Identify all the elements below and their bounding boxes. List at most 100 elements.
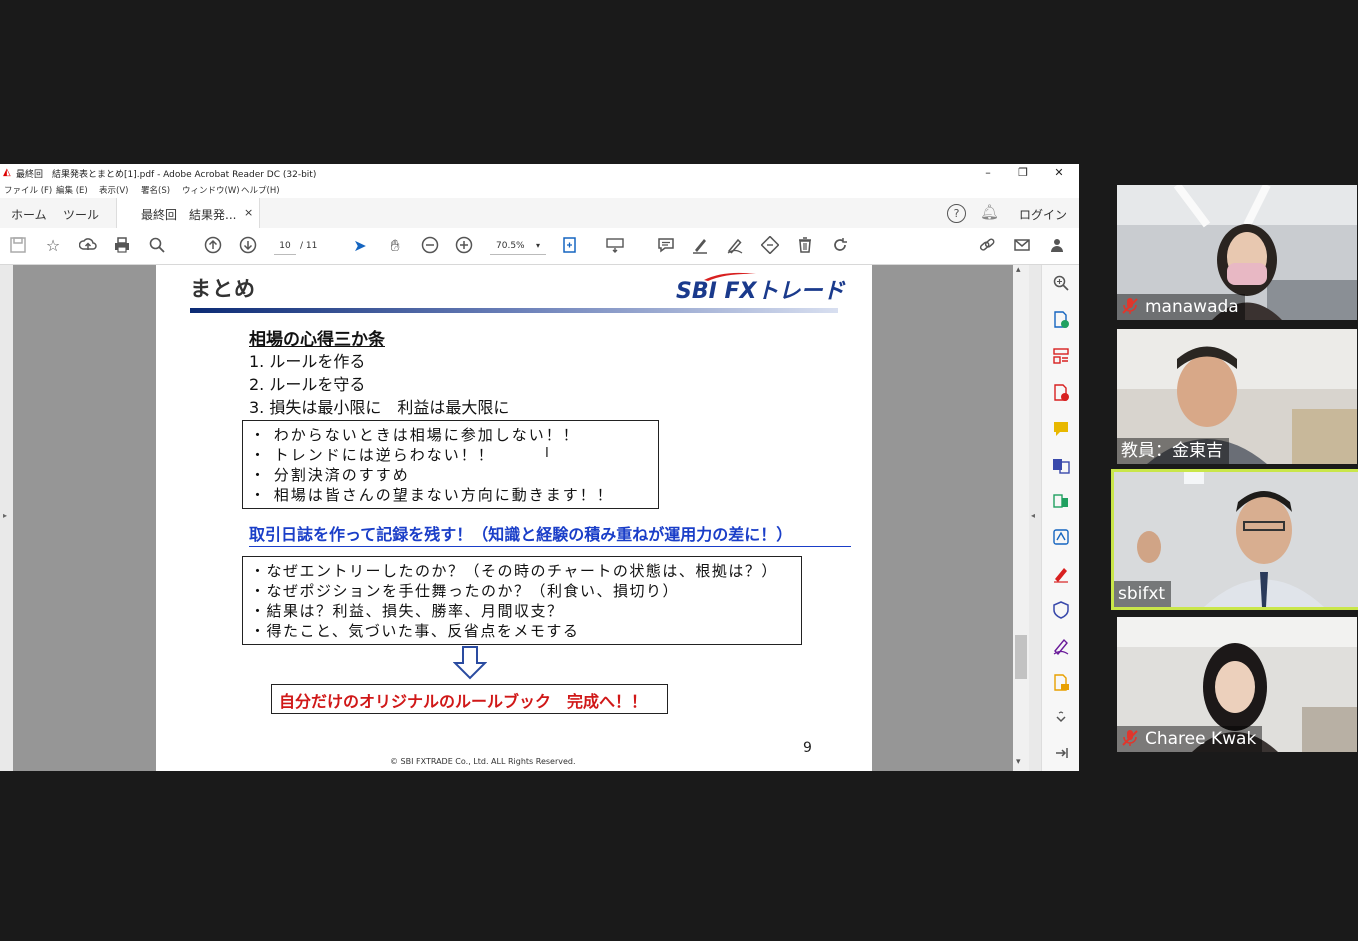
slide-page-number: 9 (803, 740, 812, 756)
question-item: ・結果は？利益、損失、勝率、月間収支？ (250, 602, 564, 620)
tools-panel (1041, 265, 1079, 771)
pdf-page: まとめ SBI FXトレード 相場の心得三か条 1. ルールを作る 2. ルール… (156, 265, 872, 771)
edit-pdf-icon[interactable] (1052, 674, 1070, 692)
highlight-pen-icon[interactable] (690, 236, 710, 256)
zoom-level-select[interactable]: 70.5% ▾ (490, 238, 546, 255)
select-cursor-icon[interactable]: ➤ (350, 236, 370, 256)
help-icon[interactable]: ? (947, 204, 966, 223)
trash-icon[interactable] (795, 236, 815, 256)
tab-home[interactable]: ホーム (11, 206, 47, 223)
previous-page-icon[interactable] (203, 236, 223, 256)
tab-tools[interactable]: ツール (63, 206, 99, 223)
acrobat-window: ◭ 最終回 結果発表とまとめ[1].pdf - Adobe Acrobat Re… (0, 164, 1079, 771)
print-icon[interactable] (112, 236, 132, 256)
conclusion-box: 自分だけのオリジナルのルールブック 完成へ！！ (271, 684, 668, 714)
save-icon[interactable] (8, 236, 28, 256)
comment-panel-icon[interactable] (1052, 420, 1070, 438)
scrollbar-thumb[interactable] (1015, 635, 1027, 679)
hand-tool-icon[interactable]: ✋︎ (385, 236, 405, 256)
document-area[interactable]: ▸ まとめ SBI FXトレード 相場の心得三か条 1. ルールを作る 2. ル… (0, 265, 1041, 771)
participant-tile[interactable]: manawada (1117, 185, 1357, 320)
undo-rotate-icon[interactable] (830, 236, 850, 256)
protect-shield-icon[interactable] (1052, 601, 1070, 619)
participant-name: sbifxt (1118, 584, 1166, 604)
minimize-button[interactable]: – (970, 164, 1006, 182)
sbi-fx-logo: SBI FXトレード (676, 279, 845, 304)
window-title: 最終回 結果発表とまとめ[1].pdf - Adobe Acrobat Read… (16, 170, 317, 180)
rules-heading: 相場の心得三か条 (249, 330, 385, 350)
stamp-icon[interactable] (760, 235, 780, 256)
scan-ocr-icon[interactable] (1052, 528, 1070, 546)
tip-item: ・ トレンドには逆らわない！！ (250, 446, 495, 464)
next-page-icon[interactable] (238, 236, 258, 256)
rule-item: 3. 損失は最小限に 利益は最大限に (249, 398, 510, 417)
question-item: ・なぜポジションを手仕舞ったのか？（利食い、損切り） (250, 582, 680, 600)
login-link[interactable]: ログイン (1019, 206, 1067, 223)
zoom-search-icon[interactable] (147, 236, 167, 256)
questions-box: ・なぜエントリーしたのか？（その時のチャートの状態は、根拠は？） ・なぜポジショ… (242, 556, 802, 645)
compress-pdf-icon[interactable] (1052, 492, 1070, 510)
collapse-panel-icon[interactable] (1052, 744, 1070, 762)
vertical-scrollbar[interactable]: ▴ ▾ (1013, 265, 1029, 771)
search-icon[interactable] (1052, 274, 1070, 292)
rule-item: 1. ルールを作る (249, 352, 366, 371)
keyboard-icon[interactable] (605, 236, 625, 256)
participant-name-label: 教員：金東吉 (1117, 438, 1229, 464)
scroll-up-icon[interactable]: ▴ (1016, 265, 1021, 275)
participant-name: 教員：金東吉 (1121, 441, 1223, 461)
main-toolbar: ☆ 10 / 11 ➤ ✋︎ 70.5% ▾ (0, 228, 1079, 265)
scroll-down-icon[interactable]: ▾ (1016, 757, 1021, 767)
participant-tile[interactable]: Charee Kwak (1117, 617, 1357, 752)
expand-left-icon: ▸ (3, 511, 8, 520)
more-tools-chevron-icon[interactable] (1052, 710, 1070, 728)
menu-sign[interactable]: 署名(S) (141, 184, 170, 196)
share-user-icon[interactable] (1047, 236, 1067, 256)
conclusion-text: 自分だけのオリジナルのルールブック 完成へ！！ (279, 692, 648, 711)
menu-help[interactable]: ヘルプ(H) (241, 184, 280, 196)
zoom-out-icon[interactable] (420, 236, 440, 256)
close-tab-icon[interactable]: × (244, 206, 253, 219)
menu-view[interactable]: 表示(V) (99, 184, 128, 196)
organize-pages-icon[interactable] (1052, 347, 1070, 365)
comment-icon[interactable] (656, 236, 676, 256)
fit-page-icon[interactable] (560, 236, 580, 256)
request-signature-icon[interactable] (1052, 637, 1070, 655)
zoom-in-icon[interactable] (454, 236, 474, 256)
combine-files-icon[interactable] (1052, 456, 1070, 474)
export-pdf-icon[interactable] (1052, 311, 1070, 329)
participant-name-label: sbifxt (1114, 581, 1172, 607)
participant-name-label: Charee Kwak (1117, 726, 1263, 752)
tab-document[interactable]: 最終回 結果発... × (116, 198, 260, 228)
menu-edit[interactable]: 編集 (E) (56, 184, 88, 196)
title-underline (190, 308, 838, 313)
link-icon[interactable] (977, 236, 997, 256)
page-total: / 11 (300, 241, 318, 251)
tips-box: ・ わからないときは相場に参加しない！！ ・ トレンドには逆らわない！！ ・ 分… (242, 420, 659, 509)
menu-file[interactable]: ファイル (F) (4, 184, 52, 196)
zoom-level-value: 70.5% (496, 241, 525, 251)
create-pdf-icon[interactable] (1052, 384, 1070, 402)
draw-pen-icon[interactable] (725, 236, 745, 256)
close-window-button[interactable]: ✕ (1041, 164, 1077, 182)
restore-button[interactable]: ❐ (1005, 164, 1041, 182)
down-arrow-icon (453, 646, 487, 680)
document-tab-label: 最終回 結果発... (141, 208, 237, 222)
participant-name-label: manawada (1117, 294, 1245, 320)
fill-sign-icon[interactable] (1052, 565, 1070, 583)
tip-item: ・ 相場は皆さんの望まない方向に動きます！！ (250, 486, 614, 504)
title-bar: ◭ 最終回 結果発表とまとめ[1].pdf - Adobe Acrobat Re… (0, 164, 1079, 182)
menu-window[interactable]: ウィンドウ(W) (182, 184, 240, 196)
right-panel-toggle[interactable]: ◂ (1029, 265, 1041, 771)
left-panel-toggle[interactable]: ▸ (0, 265, 13, 771)
page-number-input[interactable]: 10 (274, 238, 296, 255)
participant-name: manawada (1145, 297, 1239, 317)
question-item: ・なぜエントリーしたのか？（その時のチャートの状態は、根拠は？） (250, 562, 778, 580)
acrobat-app-icon: ◭ (3, 167, 11, 178)
bookmark-star-icon[interactable]: ☆ (43, 236, 63, 256)
participant-tile-active[interactable]: sbifxt (1111, 469, 1358, 610)
participant-tile[interactable]: 教員：金東吉 (1117, 329, 1357, 464)
menu-bar: ファイル (F) 編集 (E) 表示(V) 署名(S) ウィンドウ(W) ヘルプ… (0, 182, 1079, 198)
email-icon[interactable] (1012, 236, 1032, 256)
bell-icon[interactable]: 🔔︎ (980, 203, 999, 221)
upload-cloud-icon[interactable] (78, 236, 98, 256)
